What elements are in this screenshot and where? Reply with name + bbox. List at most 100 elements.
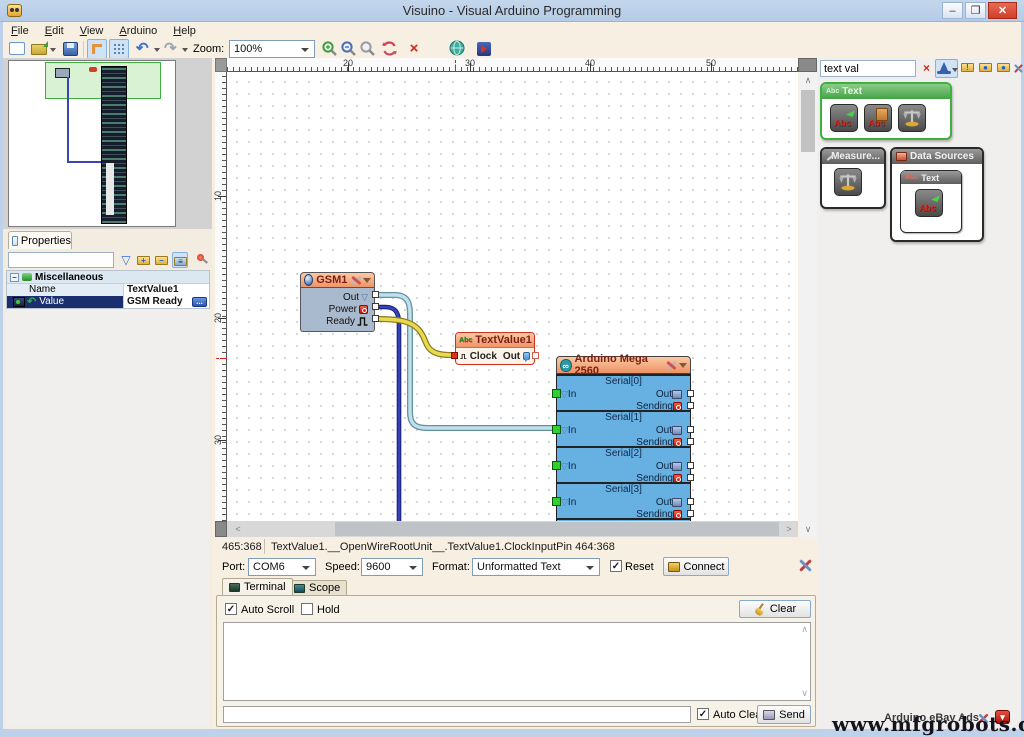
component-text-value[interactable]: Abc [915, 189, 943, 217]
component-textvalue1[interactable]: Abc TextValue1 Clock Out [451, 332, 539, 365]
component-search-input[interactable] [820, 60, 916, 77]
category-measure[interactable]: Measure... [820, 147, 886, 209]
redo-dropdown-caret[interactable] [182, 48, 188, 52]
clear-search-button[interactable]: × [918, 60, 935, 77]
component-text-length[interactable] [898, 104, 926, 132]
tab-scope[interactable]: Scope [287, 580, 348, 595]
scroll-down-arrow[interactable]: ∨ [799, 521, 817, 537]
serial2-in-connector[interactable] [552, 461, 561, 470]
menu-help[interactable]: Help [165, 23, 204, 39]
delete-button[interactable]: × [405, 40, 423, 58]
category-text[interactable]: Abc Text Abc Abc [820, 82, 952, 140]
wire-gsm-ready-to-clock[interactable] [376, 316, 456, 359]
connect-button[interactable]: Connect [663, 557, 729, 576]
clear-button[interactable]: Clear [739, 600, 811, 618]
gsm-power-connector[interactable] [372, 303, 379, 310]
undo-button[interactable]: ↶ [136, 40, 162, 58]
serial0-in-connector[interactable] [552, 389, 561, 398]
collapse-all-button[interactable]: – [154, 252, 170, 268]
web-components-button[interactable]: ● [978, 60, 995, 77]
property-name-value[interactable]: TextValue1 [124, 284, 209, 296]
gsm1-header[interactable]: GSM1 [300, 272, 375, 288]
auto-clear-checkbox[interactable] [697, 708, 709, 720]
diagram-overview-minimap[interactable] [3, 58, 212, 229]
send-message-input[interactable] [223, 706, 691, 723]
property-value-value[interactable]: GSM Ready [127, 296, 183, 307]
property-row-name[interactable]: Name TextValue1 [7, 284, 209, 296]
speed-combobox[interactable]: 9600 [361, 558, 423, 576]
scroll-left-arrow[interactable]: < [229, 521, 247, 537]
properties-filter-input[interactable] [8, 252, 114, 268]
category-data-sources[interactable]: Data Sources Abc Text Abc [890, 147, 984, 242]
tab-properties[interactable]: Properties [8, 231, 72, 249]
wire-gsm-power[interactable] [377, 304, 402, 521]
menu-arduino[interactable]: Arduino [111, 23, 165, 39]
property-row-value[interactable]: ↶ Value GSM Ready ... [7, 296, 209, 308]
textvalue1-header[interactable]: Abc TextValue1 [456, 333, 534, 348]
terminal-output-area[interactable]: ∧ ∨ [223, 622, 811, 701]
wrench-icon[interactable] [665, 359, 675, 371]
canvas-horizontal-scrollbar[interactable]: < > [227, 521, 798, 537]
filter-wizard-button[interactable] [935, 59, 958, 78]
menu-edit[interactable]: Edit [37, 23, 72, 39]
serial2-out-connector[interactable] [687, 462, 694, 469]
close-button[interactable]: ✕ [988, 2, 1017, 19]
collapse-icon[interactable]: – [10, 273, 19, 282]
serial0-sending-connector[interactable] [687, 402, 694, 409]
zoom-out-button[interactable] [340, 40, 358, 58]
maximize-button[interactable]: ❐ [965, 2, 986, 19]
wire-style-toggle[interactable] [87, 39, 107, 59]
zoom-combobox[interactable]: 100% [229, 40, 315, 58]
component-gsm1[interactable]: GSM1 Out ▽ Power Ready [300, 272, 379, 332]
refresh-button[interactable] [381, 40, 399, 58]
subcategory-text[interactable]: Abc Text Abc [900, 170, 962, 233]
gsm-ready-connector[interactable] [372, 315, 379, 322]
redo-button[interactable]: ↷ [164, 40, 190, 58]
reset-checkbox[interactable] [610, 560, 622, 572]
canvas-vertical-scrollbar[interactable]: ∧ ∨ [799, 72, 817, 537]
open-project-button[interactable] [31, 40, 57, 58]
pin-button[interactable] [194, 252, 210, 268]
arrange-toggle-button[interactable]: ≡ [172, 252, 188, 268]
design-canvas[interactable]: GSM1 Out ▽ Power Ready Abc TextValue1 Cl… [227, 72, 798, 521]
auto-scroll-checkbox[interactable] [225, 603, 237, 615]
zoom-reset-button[interactable] [359, 40, 377, 58]
expand-all-button[interactable]: + [136, 252, 152, 268]
component-text-value[interactable]: Abc [830, 104, 858, 132]
property-category-row[interactable]: – Miscellaneous [7, 271, 209, 284]
textvalue-out-connector[interactable] [532, 352, 539, 359]
serial1-out-connector[interactable] [687, 426, 694, 433]
scroll-down-arrow[interactable]: ∨ [801, 688, 808, 699]
serial3-out-connector[interactable] [687, 498, 694, 505]
grid-toggle[interactable] [109, 39, 129, 59]
tab-terminal[interactable]: Terminal [222, 578, 293, 595]
wrench-icon[interactable] [350, 274, 359, 286]
save-project-button[interactable] [61, 40, 79, 58]
gsm-out-connector[interactable] [372, 291, 379, 298]
suggest-button[interactable]: ! [960, 60, 977, 77]
menu-file[interactable]: File [3, 23, 37, 39]
web-help-button[interactable] [449, 40, 467, 58]
hold-checkbox[interactable] [301, 603, 313, 615]
value-editor-button[interactable]: ... [192, 297, 207, 307]
wizard-dropdown-caret[interactable] [952, 68, 958, 72]
serial1-sending-connector[interactable] [687, 438, 694, 445]
component-measure[interactable] [834, 168, 862, 196]
build-upload-button[interactable] [475, 40, 493, 58]
scroll-up-arrow[interactable]: ∧ [799, 72, 817, 88]
menu-view[interactable]: View [72, 23, 112, 39]
horizontal-scroll-thumb[interactable] [335, 522, 779, 536]
send-button[interactable]: Send [757, 705, 811, 724]
open-dropdown-caret[interactable] [50, 48, 56, 52]
component-formatted-text[interactable]: Abc [864, 104, 892, 132]
scroll-right-arrow[interactable]: > [780, 521, 798, 537]
format-combobox[interactable]: Unformatted Text [472, 558, 600, 576]
port-combobox[interactable]: COM6 [248, 558, 316, 576]
toolbox-tools-button[interactable] [1011, 60, 1021, 77]
minimize-button[interactable]: – [942, 2, 963, 19]
scroll-up-arrow[interactable]: ∧ [801, 624, 808, 635]
vertical-scroll-thumb[interactable] [801, 90, 815, 152]
filter-funnel-button[interactable]: ▽ [118, 252, 134, 268]
new-project-button[interactable] [8, 40, 26, 58]
arduino-header[interactable]: ∞ Arduino Mega 2560 [556, 353, 691, 377]
